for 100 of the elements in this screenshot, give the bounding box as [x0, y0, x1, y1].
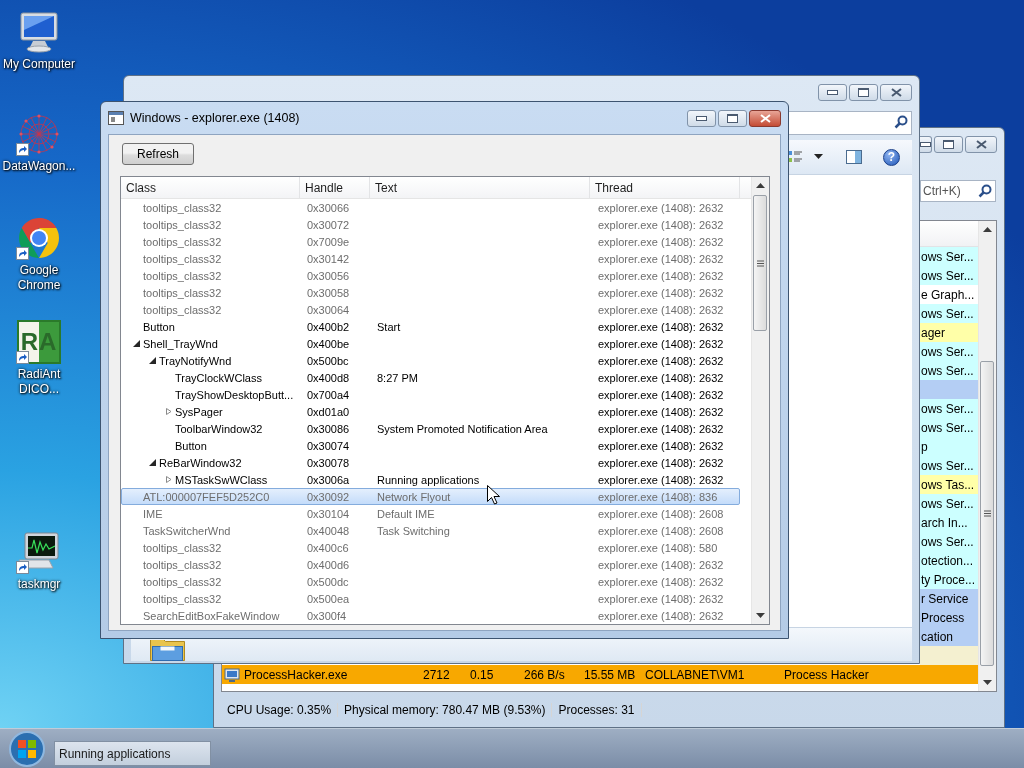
- triangle-icon[interactable]: [149, 459, 156, 466]
- scrollbar[interactable]: [978, 221, 996, 691]
- column-header[interactable]: Text: [370, 177, 590, 198]
- network-graph-icon[interactable]: [17, 112, 61, 156]
- table-cell: TaskSwitcherWnd: [143, 524, 231, 537]
- process-row[interactable]: ows Ser...: [920, 494, 978, 513]
- triangle-icon[interactable]: [133, 340, 140, 347]
- icon-label[interactable]: Google Chrome: [11, 263, 67, 293]
- table-cell: 0x30066: [307, 201, 350, 214]
- minimize-button[interactable]: [818, 84, 847, 101]
- icon-label[interactable]: My Computer: [1, 57, 77, 72]
- table-cell: 0x300f4: [307, 609, 347, 622]
- scroll-up-icon[interactable]: [756, 182, 765, 188]
- table-row[interactable]: ATL:000007FEF5D252C0 0x30092 Network Flyout explorer.exe (1408): 836: [121, 488, 740, 505]
- table-cell: explorer.exe (1408): 2632: [598, 218, 724, 231]
- table-row[interactable]: TaskSwitcherWnd 0x40048 Task Switching explorer.exe (1408): 2608: [121, 522, 740, 539]
- table-row[interactable]: tooltips_class32 0x30056 explorer.exe (1408): 2632: [121, 267, 740, 284]
- table-row[interactable]: TrayNotifyWnd 0x500bc explorer.exe (1408): 2632: [121, 352, 740, 369]
- column-header[interactable]: Thread: [590, 177, 740, 198]
- table-row[interactable]: Shell_TrayWnd 0x400be explorer.exe (1408): 2632: [121, 335, 740, 352]
- window-title: Windows - explorer.exe (1408): [130, 111, 300, 125]
- table-cell: otection...: [921, 553, 974, 568]
- search-field[interactable]: Ctrl+K): [920, 180, 996, 202]
- table-row[interactable]: tooltips_class32 0x7009e explorer.exe (1408): 2632: [121, 233, 740, 250]
- table-cell: explorer.exe (1408): 2632: [598, 473, 724, 486]
- process-row[interactable]: ows Ser...: [920, 361, 978, 380]
- table-row[interactable]: Button 0x30074 explorer.exe (1408): 2632: [121, 437, 740, 454]
- process-row[interactable]: ager: [920, 323, 978, 342]
- table-row[interactable]: IME 0x30104 Default IME explorer.exe (1408): 2608: [121, 505, 740, 522]
- table-row[interactable]: tooltips_class32 0x500dc explorer.exe (1408): 2632: [121, 573, 740, 590]
- process-row[interactable]: ows Ser...: [920, 266, 978, 285]
- search-icon[interactable]: [894, 115, 908, 129]
- process-row[interactable]: ows Ser...: [920, 418, 978, 437]
- process-row[interactable]: ows Ser...: [920, 456, 978, 475]
- process-row[interactable]: ows Ser...: [920, 304, 978, 323]
- start-button[interactable]: [8, 729, 46, 768]
- caret-icon[interactable]: [814, 154, 823, 160]
- table-cell: ows Ser...: [921, 420, 974, 435]
- close-button[interactable]: [880, 84, 912, 101]
- app-logo-icon[interactable]: RA: [17, 320, 61, 364]
- table-cell: TrayNotifyWnd: [159, 354, 232, 367]
- icon-label[interactable]: DataWagon...: [1, 159, 77, 174]
- scrollbar[interactable]: [751, 177, 769, 624]
- table-row[interactable]: TrayShowDesktopButt... 0x700a4 explorer.exe (1408): 2632: [121, 386, 740, 403]
- maximize-button[interactable]: [849, 84, 878, 101]
- table-cell: ows Ser...: [921, 496, 974, 511]
- process-row[interactable]: r Service: [920, 589, 978, 608]
- column-header[interactable]: Handle: [300, 177, 370, 198]
- table-row[interactable]: tooltips_class32 0x30058 explorer.exe (1408): 2632: [121, 284, 740, 301]
- triangle-icon[interactable]: [149, 357, 156, 364]
- process-row[interactable]: arch In...: [920, 513, 978, 532]
- scroll-down-icon[interactable]: [756, 613, 765, 619]
- table-cell: 0x500ea: [307, 592, 350, 605]
- process-row[interactable]: ows Ser...: [920, 342, 978, 361]
- process-row[interactable]: Process: [920, 608, 978, 627]
- table-row[interactable]: tooltips_class32 0x30072 explorer.exe (1408): 2632: [121, 216, 740, 233]
- table-row[interactable]: SearchEditBoxFakeWindow 0x300f4 explorer.exe (1408): 2632: [121, 607, 740, 624]
- table-cell: explorer.exe (1408): 2632: [598, 286, 724, 299]
- scroll-thumb[interactable]: [980, 361, 994, 666]
- close-button[interactable]: [965, 136, 997, 153]
- table-row[interactable]: tooltips_class32 0x30064 explorer.exe (1408): 2632: [121, 301, 740, 318]
- table-cell: 0x30092: [307, 490, 350, 503]
- preview-pane-icon[interactable]: [845, 148, 863, 166]
- process-row[interactable]: ty Proce...: [920, 570, 978, 589]
- scroll-down-icon[interactable]: [983, 680, 992, 686]
- table-row[interactable]: tooltips_class32 0x400c6 explorer.exe (1408): 580: [121, 539, 740, 556]
- minimize-button[interactable]: [687, 110, 716, 127]
- table-row[interactable]: tooltips_class32 0x30142 explorer.exe (1408): 2632: [121, 250, 740, 267]
- table-row[interactable]: ToolbarWindow32 0x30086 System Promoted Notification Area explorer.exe (1408): 2632: [121, 420, 740, 437]
- process-row[interactable]: ows Ser...: [920, 399, 978, 418]
- table-cell: 0x400d8: [307, 371, 350, 384]
- table-row[interactable]: Button 0x400b2 Start explorer.exe (1408): 2632: [121, 318, 740, 335]
- table-row[interactable]: ReBarWindow32 0x30078 explorer.exe (1408): 2632: [121, 454, 740, 471]
- taskbar-button[interactable]: Running applications: [54, 741, 211, 766]
- process-row[interactable]: ows Ser...: [920, 247, 978, 266]
- table-cell: TrayClockWClass: [175, 371, 262, 384]
- process-row[interactable]: ProcessHacker.exe 2712 0.15 266 B/s 15.55 MB COLLABNET\VM1 Process Hacker: [222, 665, 978, 684]
- maximize-button[interactable]: [718, 110, 747, 127]
- process-row[interactable]: p: [920, 437, 978, 456]
- table-cell: tooltips_class32: [143, 201, 222, 214]
- scroll-thumb[interactable]: [753, 195, 767, 331]
- table-row[interactable]: MSTaskSwWClass 0x3006a Running applications explorer.exe (1408): 2632: [121, 471, 740, 488]
- computer-icon[interactable]: [17, 10, 61, 54]
- process-row[interactable]: cation: [920, 627, 978, 646]
- close-button[interactable]: [749, 110, 781, 127]
- table-row[interactable]: TrayClockWClass 0x400d8 8:27 PM explorer.exe (1408): 2632: [121, 369, 740, 386]
- process-row[interactable]: ows Ser...: [920, 532, 978, 551]
- column-header[interactable]: Class: [121, 177, 300, 198]
- maximize-button[interactable]: [934, 136, 963, 153]
- table-row[interactable]: tooltips_class32 0x30066 explorer.exe (1408): 2632: [121, 199, 740, 216]
- table-row[interactable]: tooltips_class32 0x500ea explorer.exe (1408): 2632: [121, 590, 740, 607]
- browser-icon[interactable]: [17, 216, 61, 260]
- search-icon[interactable]: [978, 184, 992, 198]
- refresh-button[interactable]: Refresh: [122, 143, 194, 165]
- table-row[interactable]: tooltips_class32 0x400d6 explorer.exe (1408): 2632: [121, 556, 740, 573]
- process-row[interactable]: otection...: [920, 551, 978, 570]
- table-row[interactable]: SysPager 0xd01a0 explorer.exe (1408): 2632: [121, 403, 740, 420]
- table-cell: explorer.exe (1408): 2632: [598, 439, 724, 452]
- scroll-up-icon[interactable]: [983, 226, 992, 232]
- minimize-button[interactable]: [920, 136, 932, 153]
